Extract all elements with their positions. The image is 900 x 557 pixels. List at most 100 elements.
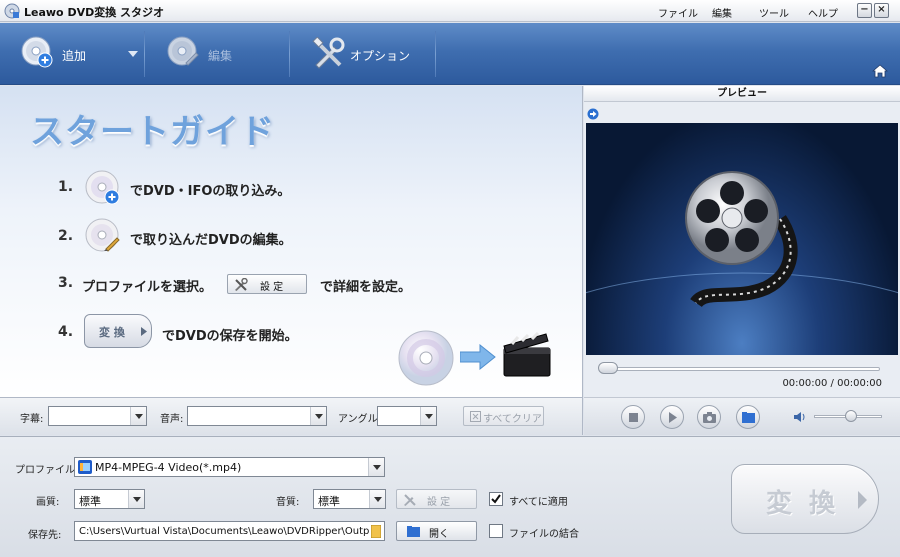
clear-all-label: すべてクリア — [483, 414, 542, 425]
guide-convert-button[interactable]: 変 換 — [84, 314, 152, 348]
edit-disc-icon — [85, 218, 120, 252]
settings-button[interactable]: 設 定 — [396, 489, 477, 509]
preview-screen — [586, 123, 898, 355]
disc-icon — [398, 330, 454, 386]
forward-arrow-icon[interactable] — [587, 108, 599, 120]
audio-quality-select[interactable]: 標準 — [313, 489, 386, 509]
add-dropdown-button[interactable] — [122, 23, 144, 85]
right-arrow-icon — [460, 344, 496, 370]
step-2-text: で取り込んだDVDの編集。 — [130, 233, 292, 248]
seek-track[interactable] — [600, 367, 880, 371]
preview-panel: プレビュー 00:00:00 / 00:00:00 — [584, 86, 900, 435]
angle-select[interactable] — [377, 406, 437, 426]
step-3-number: 3. — [58, 275, 74, 291]
folder-icon — [371, 525, 381, 538]
volume-handle[interactable] — [844, 410, 857, 422]
chevron-down-icon — [130, 407, 146, 425]
chevron-down-icon — [310, 407, 326, 425]
film-reel-icon — [586, 171, 898, 355]
chevron-down-icon — [420, 407, 436, 425]
camera-icon — [703, 412, 716, 423]
add-button[interactable]: 追加 — [0, 23, 122, 85]
profile-select[interactable]: MP4-MPEG-4 Video(*.mp4) — [74, 457, 385, 477]
checkmark-icon — [491, 494, 501, 504]
chevron-down-icon — [128, 51, 138, 57]
home-icon[interactable] — [872, 63, 888, 79]
convert-button[interactable]: 変 換 — [731, 464, 879, 534]
close-button[interactable]: × — [874, 3, 889, 18]
audio-select[interactable] — [187, 406, 327, 426]
video-file-icon — [78, 460, 92, 474]
output-label: 保存先: — [28, 530, 62, 541]
clear-all-button[interactable]: すべてクリア — [463, 406, 544, 426]
app-logo-icon — [4, 3, 20, 19]
time-readout: 00:00:00 / 00:00:00 — [782, 378, 882, 389]
audio-quality-label: 音質: — [276, 497, 300, 508]
audio-quality-value: 標準 — [318, 495, 340, 508]
options-button[interactable]: オプション — [290, 23, 435, 85]
title-bar: Leawo DVD変換 スタジオ ファイル 編集 ツール ヘルプ − × — [0, 0, 900, 22]
menu-tools[interactable]: ツール — [759, 5, 789, 20]
seek-handle[interactable] — [598, 362, 618, 374]
stop-button[interactable] — [621, 405, 645, 429]
window-title: Leawo DVD変換 スタジオ — [24, 6, 165, 19]
tools-icon — [235, 278, 248, 291]
minimize-button[interactable]: − — [857, 3, 872, 18]
subtitle-label: 字幕: — [20, 414, 44, 425]
output-path-value: C:\Users\Vurtual Vista\Documents\Leawo\D… — [79, 526, 369, 537]
guide-title: スタートガイド — [30, 112, 275, 152]
output-path-input[interactable]: C:\Users\Vurtual Vista\Documents\Leawo\D… — [74, 521, 385, 541]
play-button[interactable] — [660, 405, 684, 429]
chevron-down-icon — [368, 458, 384, 476]
apply-all-label: すべてに適用 — [509, 497, 568, 508]
edit-disc-icon — [167, 36, 199, 66]
audio-label: 音声: — [160, 414, 184, 425]
settings-label: 設 定 — [427, 497, 451, 508]
step-1-number: 1. — [58, 179, 74, 195]
guide-convert-label: 変 換 — [99, 326, 125, 339]
open-button[interactable]: 開く — [396, 521, 477, 541]
tools-icon — [404, 494, 416, 506]
add-disc-icon — [21, 36, 53, 68]
step-2-number: 2. — [58, 228, 74, 244]
merge-files-label: ファイルの結合 — [509, 529, 579, 540]
guide-settings-label: 設 定 — [260, 282, 284, 293]
apply-all-checkbox[interactable] — [489, 492, 503, 506]
toolbar-divider — [435, 31, 436, 77]
chevron-down-icon — [369, 490, 385, 508]
playback-controls — [584, 397, 900, 435]
step-3-text-2: で詳細を設定。 — [320, 280, 412, 295]
open-folder-button[interactable] — [736, 405, 760, 429]
options-label: オプション — [350, 49, 411, 63]
output-settings-panel: プロファイル: MP4-MPEG-4 Video(*.mp4) 画質: 標準 音… — [0, 436, 900, 557]
start-guide-panel: スタートガイド 1. でDVD・IFOの取り込み。 2. で取り込んだDVDの編… — [0, 86, 583, 397]
chevron-down-icon — [128, 490, 144, 508]
add-label: 追加 — [62, 49, 87, 63]
volume-icon[interactable] — [794, 411, 806, 423]
convert-label: 変 換 — [766, 489, 840, 519]
merge-files-checkbox[interactable] — [489, 524, 503, 538]
guide-settings-button[interactable]: 設 定 — [227, 274, 307, 294]
preview-title: プレビュー — [584, 86, 900, 102]
video-quality-select[interactable]: 標準 — [74, 489, 145, 509]
step-4-number: 4. — [58, 324, 74, 340]
menu-help[interactable]: ヘルプ — [808, 5, 838, 20]
angle-label: アングル: — [338, 414, 381, 425]
step-1-text: でDVD・IFOの取り込み。 — [130, 184, 291, 199]
play-icon — [669, 412, 677, 423]
profile-label: プロファイル: — [15, 465, 79, 476]
snapshot-button[interactable] — [697, 405, 721, 429]
clear-icon — [470, 411, 481, 422]
subtitle-select[interactable] — [48, 406, 147, 426]
edit-button[interactable]: 編集 — [145, 23, 289, 85]
folder-icon — [742, 412, 755, 423]
open-label: 開く — [429, 529, 449, 540]
tools-icon — [312, 37, 345, 69]
play-arrow-icon — [858, 491, 867, 509]
menu-file[interactable]: ファイル — [658, 5, 698, 20]
video-quality-label: 画質: — [36, 497, 60, 508]
step-3-text: プロファイルを選択。 — [82, 280, 213, 295]
stop-icon — [629, 413, 638, 422]
toolbar: 追加 編集 オプション — [0, 23, 900, 85]
menu-edit[interactable]: 編集 — [712, 5, 732, 20]
